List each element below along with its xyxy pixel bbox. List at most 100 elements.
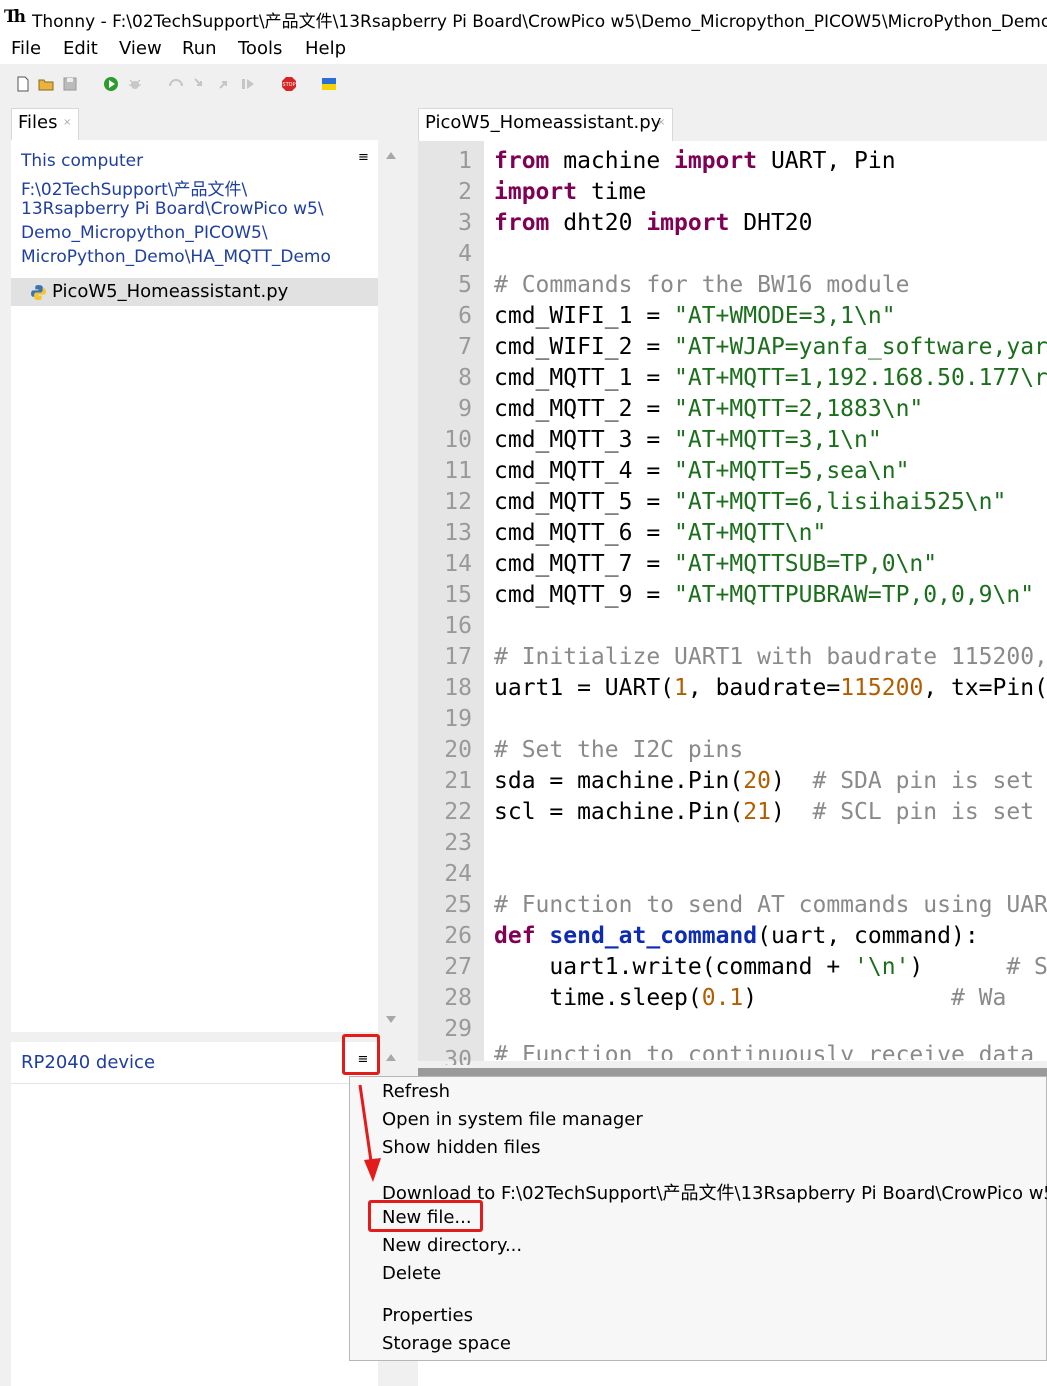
- line-number: 16: [444, 613, 472, 639]
- line-number: 4: [458, 241, 472, 267]
- code-line: cmd_MQTT_6 = "AT+MQTT\n": [494, 520, 827, 546]
- line-number: 11: [444, 458, 472, 484]
- code-line: cmd_MQTT_4 = "AT+MQTT=5,sea\n": [494, 458, 910, 484]
- menu-item-delete[interactable]: Delete: [382, 1263, 441, 1284]
- line-number: 29: [444, 1016, 472, 1042]
- code-line: cmd_MQTT_7 = "AT+MQTTSUB=TP,0\n": [494, 551, 938, 577]
- run-icon[interactable]: [103, 76, 119, 92]
- line-number: 12: [444, 489, 472, 515]
- menu-item-show-hidden-files[interactable]: Show hidden files: [382, 1137, 541, 1158]
- save-icon[interactable]: [62, 76, 78, 92]
- scroll-up-icon[interactable]: [385, 150, 397, 160]
- code-comment: # Initialize UART1 with baudrate 115200,: [494, 644, 1047, 670]
- menu-item-properties[interactable]: Properties: [382, 1305, 473, 1326]
- menu-tools[interactable]: Tools: [238, 38, 282, 59]
- code-line: cmd_MQTT_9 = "AT+MQTTPUBRAW=TP,0,0,9\n": [494, 582, 1035, 608]
- this-computer-link[interactable]: This computer: [21, 151, 143, 171]
- code-line: def send_at_command(uart, command):: [494, 923, 979, 949]
- files-scrollbar[interactable]: [381, 140, 401, 1032]
- code-line: cmd_MQTT_1 = "AT+MQTT=1,192.168.50.177\r: [494, 365, 1047, 391]
- line-number: 9: [458, 396, 472, 422]
- path-segment[interactable]: MicroPython_Demo\HA_MQTT_Demo: [21, 247, 331, 267]
- open-folder-icon[interactable]: [38, 76, 54, 92]
- menu-edit[interactable]: Edit: [63, 38, 98, 59]
- code-line: from machine import UART, Pin: [494, 148, 896, 174]
- editor-horizontal-scrollbar[interactable]: [418, 1068, 1047, 1076]
- resume-icon[interactable]: [240, 76, 256, 92]
- line-number: 26: [444, 923, 472, 949]
- menu-help[interactable]: Help: [305, 38, 346, 59]
- menu-item-storage-space[interactable]: Storage space: [382, 1333, 511, 1354]
- line-number: 15: [444, 582, 472, 608]
- line-number: 14: [444, 551, 472, 577]
- code-comment: # Function to send AT commands using UAR: [494, 892, 1047, 918]
- line-number: 13: [444, 520, 472, 546]
- menu-run[interactable]: Run: [182, 38, 217, 59]
- scroll-down-icon[interactable]: [385, 1015, 397, 1025]
- line-number: 6: [458, 303, 472, 329]
- path-segment[interactable]: Demo_Micropython_PICOW5\: [21, 223, 268, 243]
- code-line: cmd_WIFI_1 = "AT+WMODE=3,1\n": [494, 303, 896, 329]
- code-line: uart1.write(command + '\n') # Se: [494, 954, 1047, 980]
- line-number: 28: [444, 985, 472, 1011]
- menu-item-open-system-file-manager[interactable]: Open in system file manager: [382, 1109, 643, 1130]
- ukraine-flag-icon[interactable]: [321, 76, 337, 92]
- code-line: from dht20 import DHT20: [494, 210, 813, 236]
- step-over-icon[interactable]: [168, 76, 184, 92]
- python-file-icon: [31, 285, 46, 300]
- editor-tab-label: PicoW5_Homeassistant.py: [425, 112, 662, 133]
- code-line: cmd_WIFI_2 = "AT+WJAP=yanfa_software,yar: [494, 334, 1047, 360]
- line-number: 25: [444, 892, 472, 918]
- device-panel: [11, 1042, 378, 1386]
- menu-item-refresh[interactable]: Refresh: [382, 1081, 450, 1102]
- computer-panel-menu-icon[interactable]: ≡: [358, 150, 369, 165]
- window-title: Thonny - F:\02TechSupport\产品文件\13Rsapber…: [32, 12, 1047, 32]
- menu-item-new-directory[interactable]: New directory...: [382, 1235, 522, 1256]
- line-number: 18: [444, 675, 472, 701]
- line-number: 17: [444, 644, 472, 670]
- line-number: 8: [458, 365, 472, 391]
- toolbar: [0, 64, 1047, 106]
- debug-icon[interactable]: [127, 76, 143, 92]
- line-number: 30: [444, 1047, 472, 1065]
- annotation-highlight-menu-button: [342, 1034, 380, 1075]
- line-number: 5: [458, 272, 472, 298]
- step-out-icon[interactable]: [216, 76, 232, 92]
- line-number: 7: [458, 334, 472, 360]
- stop-icon[interactable]: STOP: [281, 76, 297, 92]
- line-number: 19: [444, 706, 472, 732]
- code-comment: # Set the I2C pins: [494, 737, 744, 763]
- menu-view[interactable]: View: [119, 38, 162, 59]
- code-line: cmd_MQTT_3 = "AT+MQTT=3,1\n": [494, 427, 882, 453]
- line-number: 21: [444, 768, 472, 794]
- path-segment[interactable]: 13Rsapberry Pi Board\CrowPico w5\: [21, 199, 324, 219]
- close-icon[interactable]: ×: [63, 117, 71, 128]
- line-number: 3: [458, 210, 472, 236]
- line-number: 2: [458, 179, 472, 205]
- line-number: 24: [444, 861, 472, 887]
- line-number: 27: [444, 954, 472, 980]
- device-scroll-up-icon[interactable]: [385, 1052, 397, 1062]
- thonny-logo-icon: Th: [4, 7, 26, 27]
- close-icon[interactable]: ×: [657, 117, 665, 128]
- code-line: uart1 = UART(1, baudrate=115200, tx=Pin(: [494, 675, 1047, 701]
- line-number: 10: [444, 427, 472, 453]
- menu-file[interactable]: File: [11, 38, 41, 59]
- code-line: scl = machine.Pin(21) # SCL pin is set: [494, 799, 1035, 825]
- device-label[interactable]: RP2040 device: [21, 1052, 155, 1073]
- device-panel-divider: [11, 1083, 378, 1084]
- code-line: cmd_MQTT_5 = "AT+MQTT=6,lisihai525\n": [494, 489, 1007, 515]
- code-comment: # Function to continuously receive data: [494, 1042, 1035, 1060]
- code-line: import time: [494, 179, 647, 205]
- new-file-icon[interactable]: [15, 76, 31, 92]
- line-number: 20: [444, 737, 472, 763]
- line-number: 23: [444, 830, 472, 856]
- step-into-icon[interactable]: [192, 76, 208, 92]
- svg-text:STOP: STOP: [282, 82, 295, 88]
- files-panel: [11, 140, 378, 1032]
- code-comment: # Commands for the BW16 module: [494, 272, 910, 298]
- code-line: sda = machine.Pin(20) # SDA pin is set: [494, 768, 1035, 794]
- code-line: time.sleep(0.1) # Wa: [494, 985, 1007, 1011]
- files-tab-label: Files: [18, 112, 58, 133]
- path-segment[interactable]: F:\02TechSupport\产品文件\: [21, 175, 247, 200]
